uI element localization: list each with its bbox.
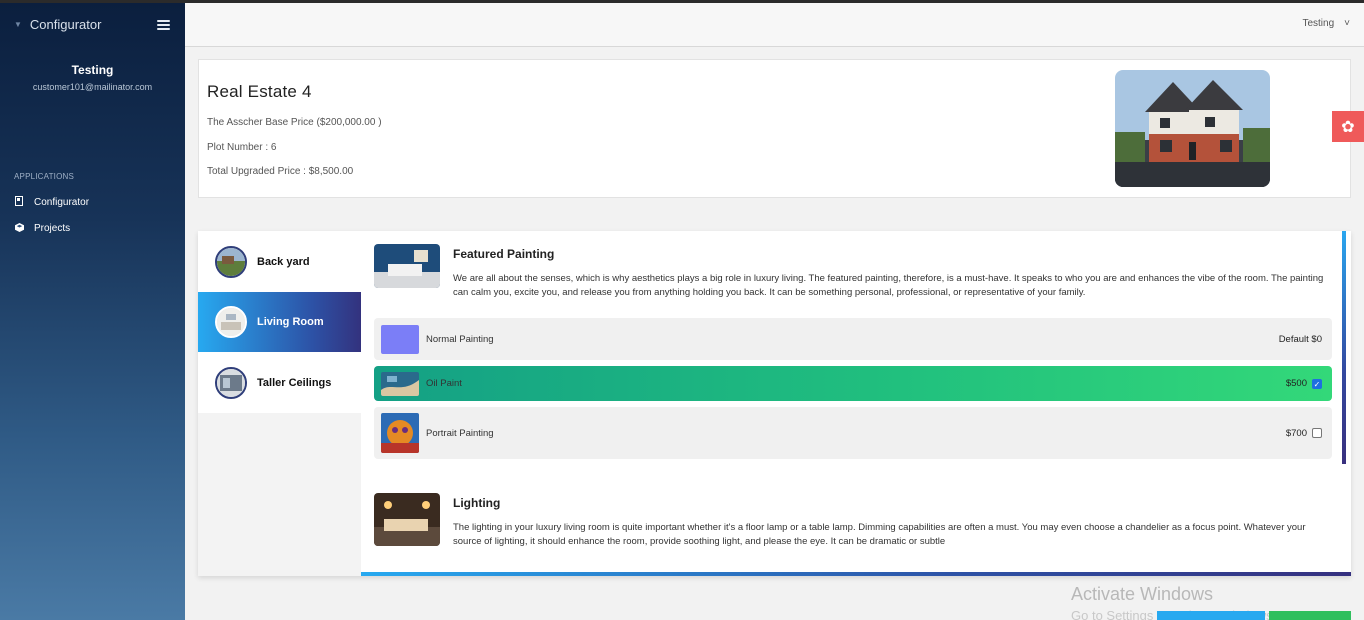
property-summary-card: Real Estate 4 The Asscher Base Price ($2… [198, 59, 1351, 198]
user-email: customer101@mailinator.com [32, 82, 153, 92]
room-thumbnail [215, 306, 247, 338]
book-icon [14, 196, 24, 208]
option-price: $700 [1285, 427, 1307, 439]
option-thumbnail [381, 413, 419, 453]
plot-number: Plot Number : 6 [207, 142, 277, 153]
option-price: $500 [1285, 378, 1307, 389]
sidebar-section-label: APPLICATIONS [14, 172, 75, 181]
option-oil-paint[interactable]: Oil Paint $500 ✓ [374, 366, 1332, 401]
room-label: Living Room [257, 316, 324, 328]
option-price-wrap: $500 ✓ [1286, 378, 1322, 389]
user-dropdown[interactable]: Testing ˅ [1302, 18, 1350, 29]
option-price-wrap: $700 [1286, 428, 1322, 439]
room-item-living-room[interactable]: Living Room [198, 292, 361, 352]
sidebar-item-label: Projects [34, 223, 71, 234]
sidebar: ▼ Configurator Testing customer101@maili… [0, 3, 185, 620]
chevron-down-icon: ˅ [1344, 18, 1350, 29]
hamburger-menu-icon[interactable] [157, 20, 170, 31]
taskbar-button-green[interactable] [1269, 611, 1351, 620]
property-title: Real Estate 4 [207, 82, 312, 101]
room-label: Taller Ceilings [257, 376, 332, 389]
taskbar-button-blue[interactable] [1157, 611, 1265, 620]
room-list: Back yard Living Room Taller Ceilings [198, 231, 361, 576]
section-title-featured-painting: Featured Painting [453, 247, 555, 261]
sidebar-item-projects[interactable]: Projects [14, 223, 70, 234]
lighting-image [374, 493, 440, 546]
option-normal-painting[interactable]: Normal Painting Default $0 [374, 318, 1332, 360]
option-price: Default $0 [1278, 333, 1322, 345]
brand-label: Configurator [29, 17, 102, 32]
option-thumbnail [381, 371, 419, 396]
settings-gear-button[interactable]: ✿ [1332, 111, 1364, 142]
color-swatch [381, 324, 419, 354]
configurator-panel: Back yard Living Room Taller Ceilings Fe… [198, 231, 1351, 576]
option-name: Oil Paint [426, 378, 462, 389]
sidebar-item-label: Configurator [34, 196, 90, 208]
room-label: Back yard [257, 255, 310, 268]
activate-windows-watermark: Activate Windows [1071, 584, 1214, 604]
option-portrait-painting[interactable]: Portrait Painting $700 [374, 407, 1332, 459]
section-description: The lighting in your luxury living room … [453, 522, 1306, 547]
cube-icon [14, 223, 24, 234]
room-item-taller-ceilings[interactable]: Taller Ceilings [198, 352, 361, 413]
top-bar: Testing ˅ [185, 3, 1364, 47]
horizontal-scrollbar[interactable] [361, 572, 1351, 576]
caret-down-icon: ▼ [14, 20, 22, 29]
user-name: Testing [71, 63, 114, 77]
option-checkbox[interactable]: ✓ [1312, 378, 1322, 389]
room-options: Featured Painting We are all about the s… [361, 231, 1346, 572]
room-thumbnail [215, 366, 247, 399]
total-upgraded-price: Total Upgraded Price : $8,500.00 [207, 166, 354, 177]
base-price: The Asscher Base Price ($200,000.00 ) [207, 117, 382, 128]
gear-icon: ✿ [1341, 118, 1355, 136]
section-description: We are all about the senses, which is wh… [453, 273, 1324, 298]
room-item-back-yard[interactable]: Back yard [198, 231, 361, 292]
room-thumbnail [215, 245, 247, 278]
option-checkbox[interactable] [1312, 428, 1322, 438]
vertical-scrollbar[interactable] [1342, 231, 1346, 464]
sidebar-item-configurator[interactable]: Configurator [14, 196, 89, 208]
sidebar-brand[interactable]: ▼ Configurator [14, 17, 101, 32]
featured-painting-image [374, 244, 440, 288]
option-name: Portrait Painting [426, 427, 494, 439]
property-image [1115, 70, 1270, 187]
user-dropdown-label: Testing [1302, 18, 1335, 29]
option-name: Normal Painting [426, 333, 494, 345]
section-title-lighting: Lighting [453, 496, 501, 510]
